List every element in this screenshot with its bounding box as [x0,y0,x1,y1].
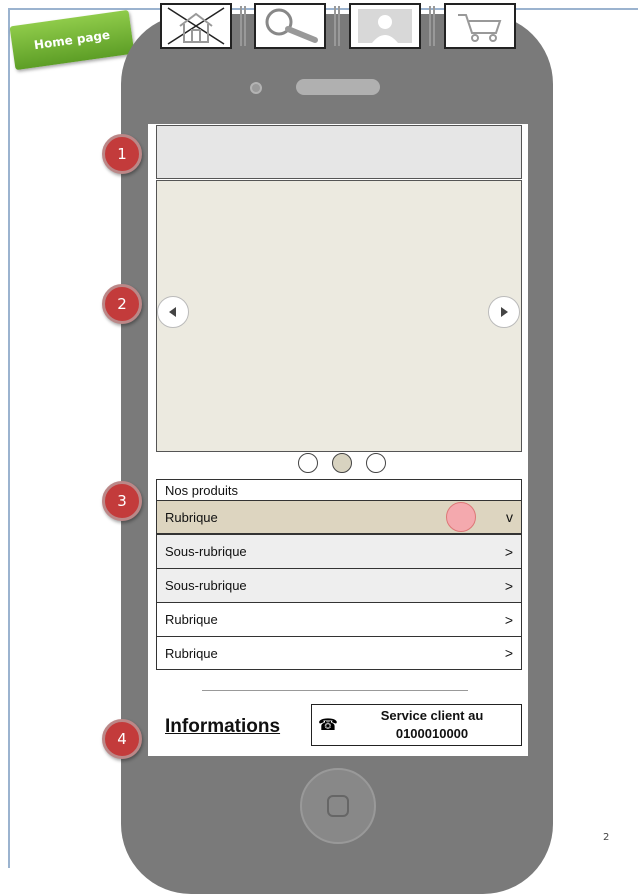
menu-header-label: Nos produits [165,482,238,498]
carousel-dot[interactable] [298,453,318,473]
profile-icon [358,9,412,43]
toolbar-separator [334,6,336,46]
chevron-left-icon [169,307,176,317]
customer-service-text: Service client au 0100010000 [352,707,512,743]
chevron-right-icon: > [504,543,513,560]
chevron-right-icon: > [504,577,513,594]
menu-item-sous-rubrique[interactable]: Sous-rubrique > [156,534,522,569]
toolbar-separator [338,6,340,46]
menu-item-label: Rubrique [165,509,218,525]
image-carousel[interactable] [156,180,522,452]
toolbar-separator [244,6,246,46]
toolbar-separator [429,6,431,46]
phone-icon: ☎ [318,715,338,734]
menu-item-label: Rubrique [165,612,218,627]
profile-button[interactable] [349,3,421,49]
service-phone-number: 0100010000 [395,726,469,741]
menu-header: Nos produits [156,479,522,501]
menu-item-rubrique[interactable]: Rubrique > [156,636,522,670]
annotation-badge-3: 3 [102,481,142,521]
menu-item-label: Rubrique [165,645,218,661]
annotation-badge-2: 2 [102,284,142,324]
chevron-right-icon: > [504,611,513,628]
page-tag-label: Home page [33,27,111,53]
speaker-icon [296,79,380,95]
annotation-badge-4: 4 [102,719,142,759]
annotation-badge-1: 1 [102,134,142,174]
camera-icon [250,82,262,94]
service-line-1: Service client au [380,708,484,723]
home-button-icon [327,795,349,817]
search-button[interactable] [254,3,326,49]
page-number: 2 [603,832,610,843]
footer-divider [202,690,468,691]
cart-icon [458,14,502,42]
informations-link[interactable]: Informations [165,716,280,738]
toolbar-separator [433,6,435,46]
page-tag: Home page [9,9,135,71]
home-icon [167,7,225,45]
carousel-dot-active[interactable] [332,453,352,473]
toolbar-separator [240,6,242,46]
touch-indicator [446,502,476,532]
menu-item-sous-rubrique[interactable]: Sous-rubrique > [156,568,522,603]
chevron-right-icon [501,307,508,317]
cart-button[interactable] [444,3,516,49]
carousel-next-button[interactable] [488,296,520,328]
carousel-prev-button[interactable] [157,296,189,328]
menu-item-label: Sous-rubrique [165,544,247,559]
top-toolbar [156,125,522,179]
customer-service-box[interactable]: ☎ Service client au 0100010000 [311,704,522,746]
search-icon [265,8,318,43]
chevron-down-icon: v [506,509,513,525]
phone-home-button[interactable] [300,768,376,844]
menu-item-label: Sous-rubrique [165,578,247,593]
chevron-right-icon: > [504,645,513,661]
carousel-dot[interactable] [366,453,386,473]
menu-item-rubrique[interactable]: Rubrique > [156,602,522,637]
home-button[interactable] [160,3,232,49]
page-frame-left [8,8,10,868]
